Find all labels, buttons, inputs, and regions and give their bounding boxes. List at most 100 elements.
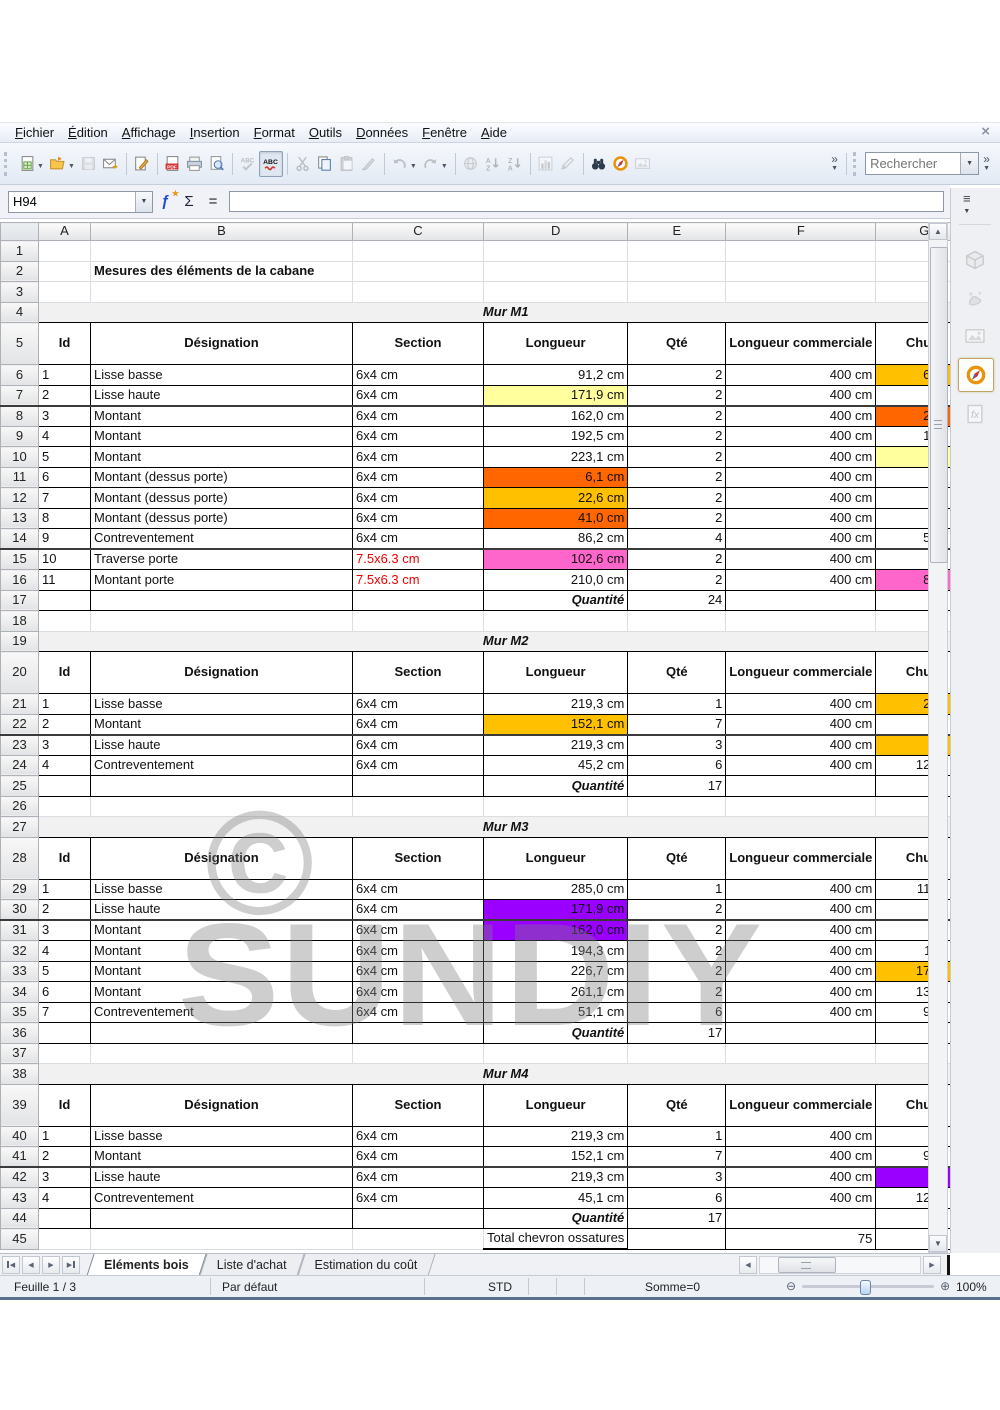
cell[interactable]: 192,5 cm — [484, 426, 628, 447]
toolbar-grip[interactable] — [4, 152, 12, 176]
cell[interactable]: 2 — [628, 941, 726, 962]
row-header[interactable]: 22 — [1, 714, 39, 735]
cell-reference-input[interactable] — [9, 192, 135, 212]
sidebar-functions-button[interactable] — [958, 398, 992, 430]
cell[interactable]: 400 cm — [726, 900, 876, 921]
hscroll-left-icon[interactable]: ◀ — [739, 1256, 757, 1274]
cell[interactable] — [628, 611, 726, 632]
cell[interactable]: 226,7 cm — [484, 961, 628, 982]
cell[interactable]: 285,0 cm — [484, 879, 628, 900]
cell[interactable]: Longueur — [484, 652, 628, 694]
first-sheet-icon[interactable]: ◀ — [2, 1256, 20, 1274]
cell[interactable]: Qté — [628, 652, 726, 694]
cut-button[interactable] — [292, 152, 314, 176]
sidebar-properties-button[interactable] — [958, 244, 992, 276]
new-document-dropdown-icon[interactable]: ▼ — [37, 163, 44, 170]
row-header[interactable]: 20 — [1, 652, 39, 694]
row-header[interactable]: 28 — [1, 837, 39, 879]
menu-aide[interactable]: Aide — [474, 124, 514, 141]
cell[interactable]: 162,0 cm — [484, 920, 628, 941]
search-toolbar-overflow-button[interactable]: »▼ — [983, 155, 990, 173]
cell[interactable]: Lisse haute — [91, 385, 353, 406]
cell[interactable]: Montant — [91, 961, 353, 982]
cell[interactable]: 6x4 cm — [353, 1147, 484, 1168]
cell[interactable]: 6x4 cm — [353, 406, 484, 427]
save-button[interactable] — [78, 152, 100, 176]
menu-edition[interactable]: Édition — [61, 124, 115, 141]
cell[interactable]: 400 cm — [726, 488, 876, 509]
cell[interactable]: Id — [39, 837, 91, 879]
cell[interactable]: Longueur commerciale — [726, 323, 876, 365]
cell[interactable]: 3 — [39, 406, 91, 427]
cell[interactable]: 1 — [628, 694, 726, 715]
cell[interactable]: 2 — [628, 365, 726, 386]
menu-fenetre[interactable]: Fenêtre — [415, 124, 474, 141]
cell[interactable] — [726, 282, 876, 303]
cell[interactable] — [39, 796, 91, 817]
row-header[interactable]: 31 — [1, 920, 39, 941]
new-document-button[interactable] — [16, 152, 38, 176]
cell[interactable]: 2 — [39, 1147, 91, 1168]
cell[interactable]: 7 — [628, 1147, 726, 1168]
name-box-dropdown-button[interactable]: ▼ — [135, 192, 152, 212]
cell[interactable] — [353, 776, 484, 797]
undo-dropdown-icon[interactable]: ▼ — [410, 163, 417, 170]
cell[interactable]: 2 — [628, 920, 726, 941]
cell[interactable]: 2 — [628, 447, 726, 468]
cell[interactable]: 6x4 cm — [353, 879, 484, 900]
cell[interactable]: 6x4 cm — [353, 900, 484, 921]
cell[interactable]: 400 cm — [726, 549, 876, 570]
cell[interactable] — [628, 1043, 726, 1064]
cell[interactable] — [628, 241, 726, 262]
cell[interactable]: Lisse basse — [91, 694, 353, 715]
cell[interactable] — [726, 590, 876, 611]
cell[interactable]: 210,0 cm — [484, 570, 628, 591]
cell[interactable] — [353, 282, 484, 303]
cell[interactable] — [726, 796, 876, 817]
cell[interactable] — [39, 1229, 91, 1250]
search-dropdown-button[interactable]: ▼ — [960, 153, 978, 174]
cell[interactable]: 400 cm — [726, 570, 876, 591]
menu-format[interactable]: Format — [247, 124, 302, 141]
cell[interactable] — [484, 796, 628, 817]
cell[interactable]: Quantité — [484, 1208, 628, 1229]
cell[interactable]: 6x4 cm — [353, 467, 484, 488]
cell[interactable]: 6 — [628, 1188, 726, 1209]
column-header-F[interactable]: F — [726, 223, 876, 241]
cell[interactable]: 17 — [628, 1208, 726, 1229]
cell[interactable]: Longueur commerciale — [726, 837, 876, 879]
cell[interactable]: 400 cm — [726, 941, 876, 962]
row-header[interactable]: 42 — [1, 1167, 39, 1188]
cell[interactable] — [484, 241, 628, 262]
edit-file-button[interactable] — [131, 152, 153, 176]
cell[interactable]: Désignation — [91, 837, 353, 879]
cell[interactable]: 17 — [628, 1023, 726, 1044]
cell[interactable] — [353, 261, 484, 282]
cell[interactable]: 41,0 cm — [484, 508, 628, 529]
cell[interactable] — [39, 776, 91, 797]
formula-input[interactable] — [229, 191, 944, 212]
cell[interactable] — [91, 1043, 353, 1064]
cell[interactable]: 3 — [628, 1167, 726, 1188]
cell[interactable] — [39, 282, 91, 303]
row-header[interactable]: 2 — [1, 261, 39, 282]
cell[interactable]: Lisse haute — [91, 735, 353, 756]
cell[interactable]: 223,1 cm — [484, 447, 628, 468]
cell[interactable]: Total chevron ossatures — [484, 1229, 628, 1250]
export-pdf-button[interactable] — [162, 152, 184, 176]
cell[interactable]: 400 cm — [726, 1126, 876, 1147]
cell[interactable]: 8 — [39, 508, 91, 529]
cell[interactable] — [353, 796, 484, 817]
cell[interactable]: Traverse porte — [91, 549, 353, 570]
cell[interactable]: Montant — [91, 426, 353, 447]
cell[interactable]: 1 — [39, 1126, 91, 1147]
cell[interactable]: 4 — [39, 1188, 91, 1209]
cell[interactable] — [726, 1043, 876, 1064]
auto-spellcheck-button[interactable] — [259, 151, 283, 177]
cell[interactable] — [353, 1043, 484, 1064]
cell[interactable]: 400 cm — [726, 426, 876, 447]
cell[interactable]: 2 — [39, 714, 91, 735]
cell[interactable]: 6 — [39, 982, 91, 1003]
cell[interactable] — [91, 282, 353, 303]
cell[interactable]: 102,6 cm — [484, 549, 628, 570]
